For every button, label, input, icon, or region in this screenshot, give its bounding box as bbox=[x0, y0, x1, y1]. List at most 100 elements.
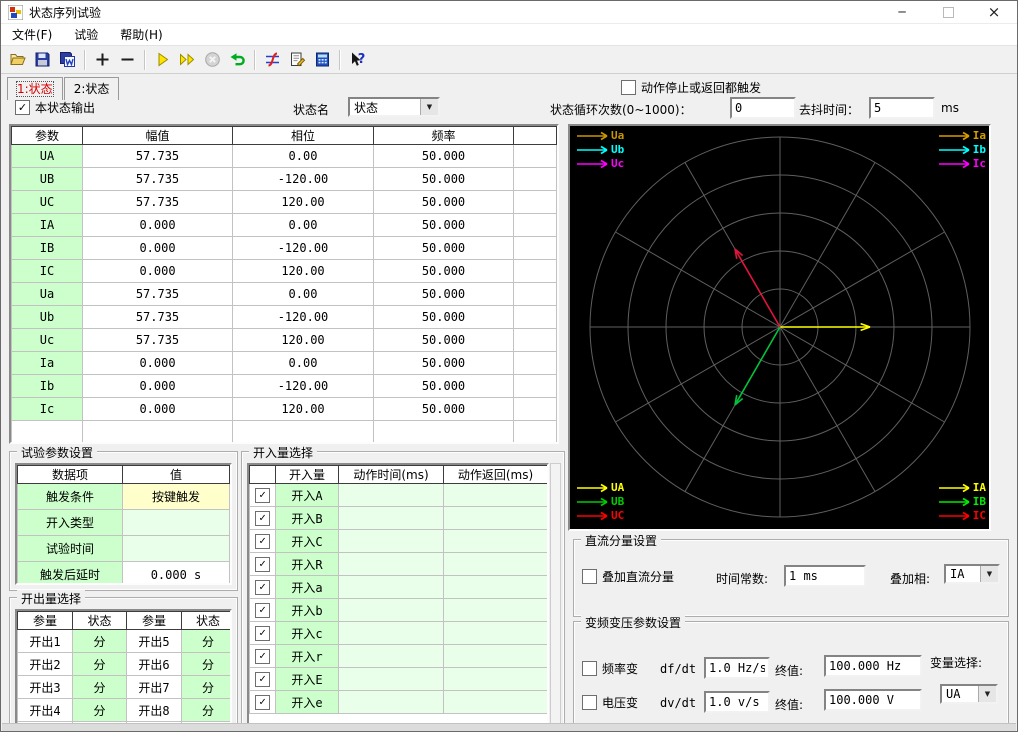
input-checkbox-cell[interactable] bbox=[250, 668, 276, 691]
maximize-button[interactable] bbox=[925, 1, 971, 23]
calculator-button[interactable] bbox=[310, 48, 335, 72]
output-state[interactable]: 分 bbox=[182, 630, 233, 653]
context-help-button[interactable]: ? bbox=[345, 48, 370, 72]
param-frequency[interactable]: 50.000 bbox=[374, 398, 514, 421]
checkbox-icon[interactable] bbox=[255, 626, 270, 641]
param-amplitude[interactable]: 57.735 bbox=[83, 283, 233, 306]
checkbox-icon[interactable] bbox=[255, 534, 270, 549]
param-amplitude[interactable]: 57.735 bbox=[83, 329, 233, 352]
checkbox-icon[interactable] bbox=[255, 603, 270, 618]
action-trigger-checkbox[interactable]: 动作停止或返回都触发 bbox=[621, 79, 761, 96]
param-amplitude[interactable]: 0.000 bbox=[83, 375, 233, 398]
checkbox-icon[interactable] bbox=[582, 569, 597, 584]
param-frequency[interactable]: 50.000 bbox=[374, 168, 514, 191]
checkbox-icon[interactable] bbox=[255, 695, 270, 710]
checkbox-icon[interactable] bbox=[255, 557, 270, 572]
output-this-state-checkbox[interactable]: 本状态输出 bbox=[15, 99, 95, 116]
input-checkbox-cell[interactable] bbox=[250, 530, 276, 553]
checkbox-icon[interactable] bbox=[582, 661, 597, 676]
input-checkbox-cell[interactable] bbox=[250, 576, 276, 599]
tab-state-2[interactable]: 2:状态 bbox=[64, 77, 120, 100]
param-frequency[interactable]: 50.000 bbox=[374, 237, 514, 260]
menu-help[interactable]: 帮助(H) bbox=[109, 24, 173, 46]
menu-test[interactable]: 试验 bbox=[63, 24, 109, 46]
run-all-button[interactable] bbox=[175, 48, 200, 72]
remove-state-button[interactable] bbox=[115, 48, 140, 72]
output-state[interactable]: 分 bbox=[73, 653, 127, 676]
input-checkbox-cell[interactable] bbox=[250, 599, 276, 622]
input-checkbox-cell[interactable] bbox=[250, 645, 276, 668]
param-amplitude[interactable]: 57.735 bbox=[83, 145, 233, 168]
data-item-value[interactable]: 0.000 s bbox=[123, 562, 230, 586]
param-amplitude[interactable]: 0.000 bbox=[83, 214, 233, 237]
param-amplitude[interactable]: 0.000 bbox=[83, 398, 233, 421]
volt-change-checkbox[interactable]: 电压变 bbox=[582, 694, 638, 711]
state-name-combo[interactable]: 状态 bbox=[348, 97, 440, 117]
checkbox-icon[interactable] bbox=[255, 488, 270, 503]
chevron-down-icon[interactable] bbox=[420, 99, 438, 115]
param-phase[interactable]: -120.00 bbox=[233, 237, 374, 260]
checkbox-icon[interactable] bbox=[621, 80, 636, 95]
open-button[interactable] bbox=[5, 48, 30, 72]
input-checkbox-cell[interactable] bbox=[250, 622, 276, 645]
checkbox-icon[interactable] bbox=[255, 511, 270, 526]
data-item-value[interactable] bbox=[123, 536, 230, 562]
param-frequency[interactable]: 50.000 bbox=[374, 306, 514, 329]
input-checkbox-cell[interactable] bbox=[250, 553, 276, 576]
input-checkbox-cell[interactable] bbox=[250, 484, 276, 507]
dc-superimpose-checkbox[interactable]: 叠加直流分量 bbox=[582, 568, 674, 585]
volt-end-input[interactable] bbox=[824, 689, 922, 711]
checkbox-icon[interactable] bbox=[15, 100, 30, 115]
param-frequency[interactable]: 50.000 bbox=[374, 191, 514, 214]
undo-button[interactable] bbox=[225, 48, 250, 72]
data-item-value[interactable]: 按键触发 bbox=[123, 484, 230, 510]
param-phase[interactable]: 120.00 bbox=[233, 329, 374, 352]
checkbox-icon[interactable] bbox=[255, 672, 270, 687]
export-report-button[interactable] bbox=[55, 48, 80, 72]
param-frequency[interactable]: 50.000 bbox=[374, 329, 514, 352]
checkbox-icon[interactable] bbox=[255, 649, 270, 664]
param-frequency[interactable]: 50.000 bbox=[374, 375, 514, 398]
chevron-down-icon[interactable] bbox=[978, 686, 996, 702]
close-button[interactable]: × bbox=[971, 1, 1017, 23]
freq-change-checkbox[interactable]: 频率变 bbox=[582, 660, 638, 677]
param-phase[interactable]: 120.00 bbox=[233, 398, 374, 421]
loop-count-input[interactable] bbox=[730, 97, 796, 119]
output-state[interactable]: 分 bbox=[73, 676, 127, 699]
tab-state-1[interactable]: 1:状态 bbox=[7, 77, 63, 100]
param-amplitude[interactable]: 0.000 bbox=[83, 352, 233, 375]
chevron-down-icon[interactable] bbox=[980, 566, 998, 582]
debounce-input[interactable] bbox=[869, 97, 935, 119]
param-phase[interactable]: 0.00 bbox=[233, 145, 374, 168]
output-state[interactable]: 分 bbox=[182, 653, 233, 676]
minimize-button[interactable]: ─ bbox=[879, 1, 925, 23]
input-checkbox-cell[interactable] bbox=[250, 691, 276, 714]
param-phase[interactable]: 120.00 bbox=[233, 191, 374, 214]
time-constant-input[interactable] bbox=[784, 565, 866, 587]
param-phase[interactable]: 120.00 bbox=[233, 260, 374, 283]
superimpose-phase-combo[interactable]: IA bbox=[944, 564, 1000, 584]
param-frequency[interactable]: 50.000 bbox=[374, 352, 514, 375]
param-amplitude[interactable]: 57.735 bbox=[83, 168, 233, 191]
input-checkbox-cell[interactable] bbox=[250, 507, 276, 530]
param-amplitude[interactable]: 0.000 bbox=[83, 260, 233, 283]
param-frequency[interactable]: 50.000 bbox=[374, 145, 514, 168]
data-item-value[interactable] bbox=[123, 510, 230, 536]
param-frequency[interactable]: 50.000 bbox=[374, 214, 514, 237]
stop-button[interactable] bbox=[200, 48, 225, 72]
param-phase[interactable]: 0.00 bbox=[233, 352, 374, 375]
param-phase[interactable]: -120.00 bbox=[233, 375, 374, 398]
param-phase[interactable]: 0.00 bbox=[233, 214, 374, 237]
param-amplitude[interactable]: 57.735 bbox=[83, 191, 233, 214]
param-frequency[interactable]: 50.000 bbox=[374, 283, 514, 306]
param-phase[interactable]: -120.00 bbox=[233, 168, 374, 191]
menu-file[interactable]: 文件(F) bbox=[1, 24, 63, 46]
waveform-button[interactable] bbox=[260, 48, 285, 72]
checkbox-icon[interactable] bbox=[582, 695, 597, 710]
param-phase[interactable]: -120.00 bbox=[233, 306, 374, 329]
checkbox-icon[interactable] bbox=[255, 580, 270, 595]
param-phase[interactable]: 0.00 bbox=[233, 283, 374, 306]
param-frequency[interactable]: 50.000 bbox=[374, 260, 514, 283]
output-state[interactable]: 分 bbox=[73, 699, 127, 722]
freq-end-input[interactable] bbox=[824, 655, 922, 677]
